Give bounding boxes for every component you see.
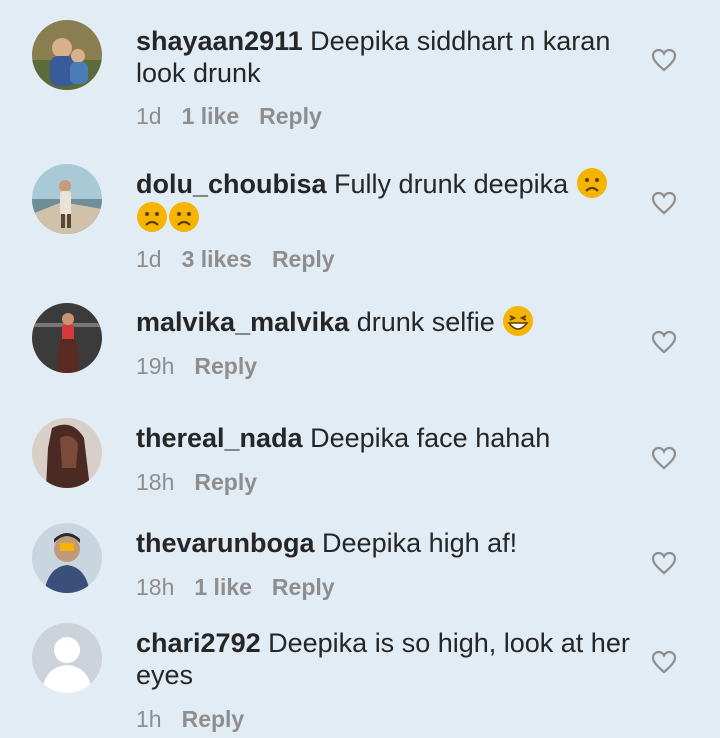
reply-button[interactable]: Reply (194, 353, 257, 379)
frowning-face-emoji (168, 201, 200, 233)
reply-button[interactable]: Reply (272, 246, 335, 272)
comment-body: drunk selfie (356, 307, 495, 337)
comment-text: malvika_malvika drunk selfie (136, 305, 636, 340)
username-link[interactable]: malvika_malvika (136, 307, 349, 337)
avatar[interactable] (32, 623, 102, 693)
like-count[interactable]: 1 like (194, 574, 252, 600)
comment-time: 19h (136, 353, 175, 379)
comment-meta: 19h Reply (136, 353, 277, 380)
frowning-face-emoji (136, 201, 168, 233)
comment-time: 1h (136, 706, 162, 732)
heart-icon[interactable] (651, 48, 677, 72)
comment-time: 18h (136, 574, 175, 600)
username-link[interactable]: thevarunboga (136, 528, 315, 558)
username-link[interactable]: thereal_nada (136, 423, 303, 453)
comment-time: 1d (136, 103, 162, 129)
reply-button[interactable]: Reply (259, 103, 322, 129)
reply-button[interactable]: Reply (182, 706, 245, 732)
frowning-face-emoji (576, 167, 608, 199)
comment-body: Deepika face hahah (310, 423, 551, 453)
comment-meta: 1d 3 likes Reply (136, 246, 355, 273)
reply-button[interactable]: Reply (272, 574, 335, 600)
avatar[interactable] (32, 164, 102, 234)
like-count[interactable]: 3 likes (182, 246, 252, 272)
comment-time: 18h (136, 469, 175, 495)
comment-meta: 18h Reply (136, 469, 277, 496)
heart-icon[interactable] (651, 330, 677, 354)
comment-meta: 1d 1 like Reply (136, 103, 342, 130)
comment-meta: 1h Reply (136, 706, 264, 733)
heart-icon[interactable] (651, 650, 677, 674)
comment-meta: 18h 1 like Reply (136, 574, 355, 601)
like-count[interactable]: 1 like (182, 103, 240, 129)
heart-icon[interactable] (651, 191, 677, 215)
heart-icon[interactable] (651, 446, 677, 470)
avatar[interactable] (32, 303, 102, 373)
comment-time: 1d (136, 246, 162, 272)
reply-button[interactable]: Reply (194, 469, 257, 495)
comment-text: thevarunboga Deepika high af! (136, 527, 636, 559)
comment-text: shayaan2911 Deepika siddhart n karan loo… (136, 25, 636, 89)
grinning-face-emoji (502, 305, 534, 337)
comment-text: dolu_choubisa Fully drunk deepika (136, 167, 636, 236)
comment-text: thereal_nada Deepika face hahah (136, 422, 636, 454)
avatar[interactable] (32, 418, 102, 488)
comment-body: Deepika high af! (322, 528, 518, 558)
username-link[interactable]: dolu_choubisa (136, 169, 327, 199)
comment-body: Fully drunk deepika (334, 169, 569, 199)
avatar[interactable] (32, 20, 102, 90)
username-link[interactable]: shayaan2911 (136, 26, 303, 56)
heart-icon[interactable] (651, 551, 677, 575)
username-link[interactable]: chari2792 (136, 628, 261, 658)
comment-text: chari2792 Deepika is so high, look at he… (136, 627, 636, 691)
avatar[interactable] (32, 523, 102, 593)
